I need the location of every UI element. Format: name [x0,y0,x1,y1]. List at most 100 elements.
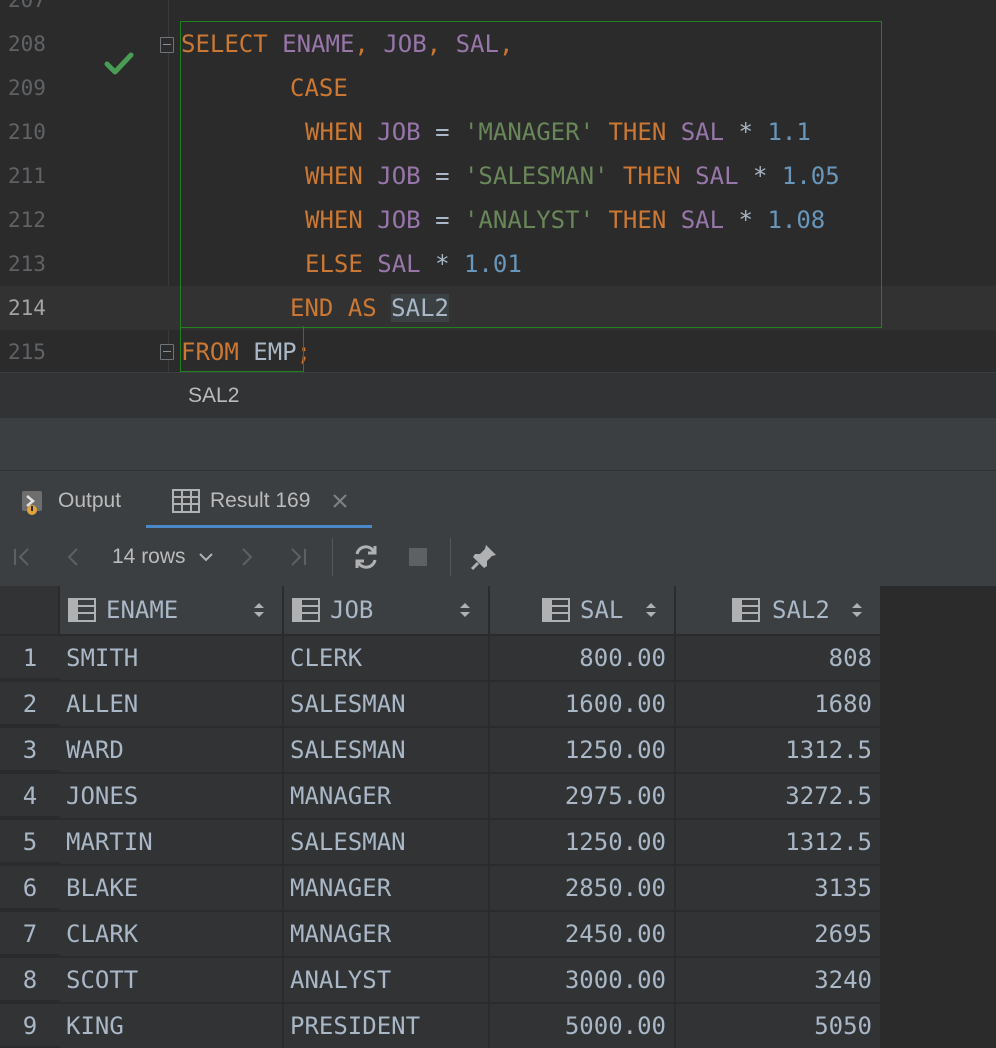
row-count-dropdown[interactable]: 14 rows [112,528,186,586]
column-header-sal[interactable]: SAL [490,586,676,634]
cell-sal2[interactable]: 3272.5 [676,774,882,820]
code-line[interactable]: 215 FROM EMP; [0,330,996,372]
row-number: 5 [0,820,60,864]
cell-ename[interactable]: CLARK [60,912,284,958]
table-grid-icon [172,489,200,513]
cell-sal[interactable]: 5000.00 [490,1004,676,1048]
row-number: 4 [0,774,60,818]
column-header-job[interactable]: JOB [284,586,490,634]
cell-sal2[interactable]: 3240 [676,958,882,1004]
code-text: WHEN JOB = 'SALESMAN' THEN SAL * 1.05 [305,162,840,190]
next-page-button[interactable] [232,528,262,586]
cell-sal[interactable]: 2975.00 [490,774,676,820]
sql-editor[interactable]: 207 208 SELECT ENAME, JOB, SAL, 209 CASE… [0,0,996,372]
code-line[interactable]: 210 WHEN JOB = 'MANAGER' THEN SAL * 1.1 [0,110,996,154]
output-console-icon [22,491,42,515]
breadcrumb-item[interactable]: SAL2 [188,373,239,419]
chevron-down-icon [199,553,213,562]
cell-ename[interactable]: WARD [60,728,284,774]
sort-icon[interactable] [458,600,472,620]
stop-button[interactable] [402,528,434,586]
cell-sal2[interactable]: 1312.5 [676,820,882,866]
previous-page-button[interactable] [58,528,88,586]
column-header-label: SAL [580,596,624,624]
cell-job[interactable]: SALESMAN [284,682,490,728]
pin-tab-button[interactable] [466,528,502,586]
cell-sal2[interactable]: 2695 [676,912,882,958]
code-text: ELSE SAL * 1.01 [305,250,522,278]
code-line[interactable]: 208 SELECT ENAME, JOB, SAL, [0,22,996,75]
code-line[interactable]: 212 WHEN JOB = 'ANALYST' THEN SAL * 1.08 [0,198,996,242]
fold-toggle-icon[interactable] [160,344,174,360]
pin-icon [470,545,496,571]
cell-job[interactable]: PRESIDENT [284,1004,490,1048]
cell-ename[interactable]: JONES [60,774,284,820]
row-count-dropdown-toggle[interactable] [196,528,216,586]
code-text: SELECT ENAME, JOB, SAL, [181,30,514,58]
cell-job[interactable]: ANALYST [284,958,490,1004]
cell-sal2[interactable]: 808 [676,636,882,682]
line-number: 210 [8,120,46,144]
cell-sal[interactable]: 2850.00 [490,866,676,912]
refresh-button[interactable] [348,528,384,586]
cell-ename[interactable]: KING [60,1004,284,1048]
last-page-button[interactable] [282,528,314,586]
cell-sal2[interactable]: 1680 [676,682,882,728]
fold-toggle-icon[interactable] [160,37,174,53]
cell-ename[interactable]: MARTIN [60,820,284,866]
code-line[interactable]: 207 [0,0,996,22]
cell-sal[interactable]: 1250.00 [490,728,676,774]
code-text: FROM EMP; [181,338,312,366]
code-line-current[interactable]: 214 END AS SAL2 [0,286,996,330]
code-line[interactable]: 213 ELSE SAL * 1.01 [0,242,996,286]
cell-sal[interactable]: 2450.00 [490,912,676,958]
line-number: 213 [8,252,46,276]
cell-job[interactable]: MANAGER [284,774,490,820]
line-number: 208 [8,32,46,56]
cell-sal[interactable]: 800.00 [490,636,676,682]
chevron-left-icon [67,548,78,566]
row-number: 2 [0,682,60,726]
code-line[interactable]: 209 CASE [0,66,996,110]
code-text: END AS SAL2 [290,294,449,322]
tab-output[interactable]: Output [0,471,146,529]
toolbar-separator [450,538,451,576]
cell-ename[interactable]: BLAKE [60,866,284,912]
first-page-button[interactable] [6,528,38,586]
column-icon [732,598,760,622]
cell-job[interactable]: SALESMAN [284,728,490,774]
sort-icon[interactable] [252,600,266,620]
tab-result[interactable]: Result 169 [146,471,372,529]
chevron-right-icon [242,548,253,566]
last-page-icon [291,548,306,566]
cell-sal[interactable]: 1250.00 [490,820,676,866]
row-number: 8 [0,958,60,1002]
sort-icon[interactable] [850,600,864,620]
breadcrumb[interactable]: SAL2 [0,372,996,419]
cell-sal[interactable]: 1600.00 [490,682,676,728]
stop-icon [409,548,427,566]
column-header-sal2[interactable]: SAL2 [676,586,882,634]
cell-ename[interactable]: SCOTT [60,958,284,1004]
cell-sal[interactable]: 3000.00 [490,958,676,1004]
panel-spacer [0,418,996,470]
row-number: 1 [0,636,60,680]
cell-job[interactable]: CLERK [284,636,490,682]
results-tab-bar: Output Result 169 [0,470,996,530]
code-line[interactable]: 211 WHEN JOB = 'SALESMAN' THEN SAL * 1.0… [0,154,996,198]
close-icon[interactable] [332,493,348,509]
row-number: 9 [0,1004,60,1048]
cell-sal2[interactable]: 3135 [676,866,882,912]
cell-job[interactable]: SALESMAN [284,820,490,866]
column-icon [292,598,320,622]
sort-icon[interactable] [644,600,658,620]
line-number: 214 [8,296,46,320]
cell-job[interactable]: MANAGER [284,866,490,912]
cell-sal2[interactable]: 5050 [676,1004,882,1048]
column-header-ename[interactable]: ENAME [60,586,284,634]
cell-ename[interactable]: SMITH [60,636,284,682]
cell-ename[interactable]: ALLEN [60,682,284,728]
cell-sal2[interactable]: 1312.5 [676,728,882,774]
cell-job[interactable]: MANAGER [284,912,490,958]
result-grid[interactable]: ENAME JOB SAL SAL2 1 SMITH CLERK 800.00 … [0,586,996,1048]
